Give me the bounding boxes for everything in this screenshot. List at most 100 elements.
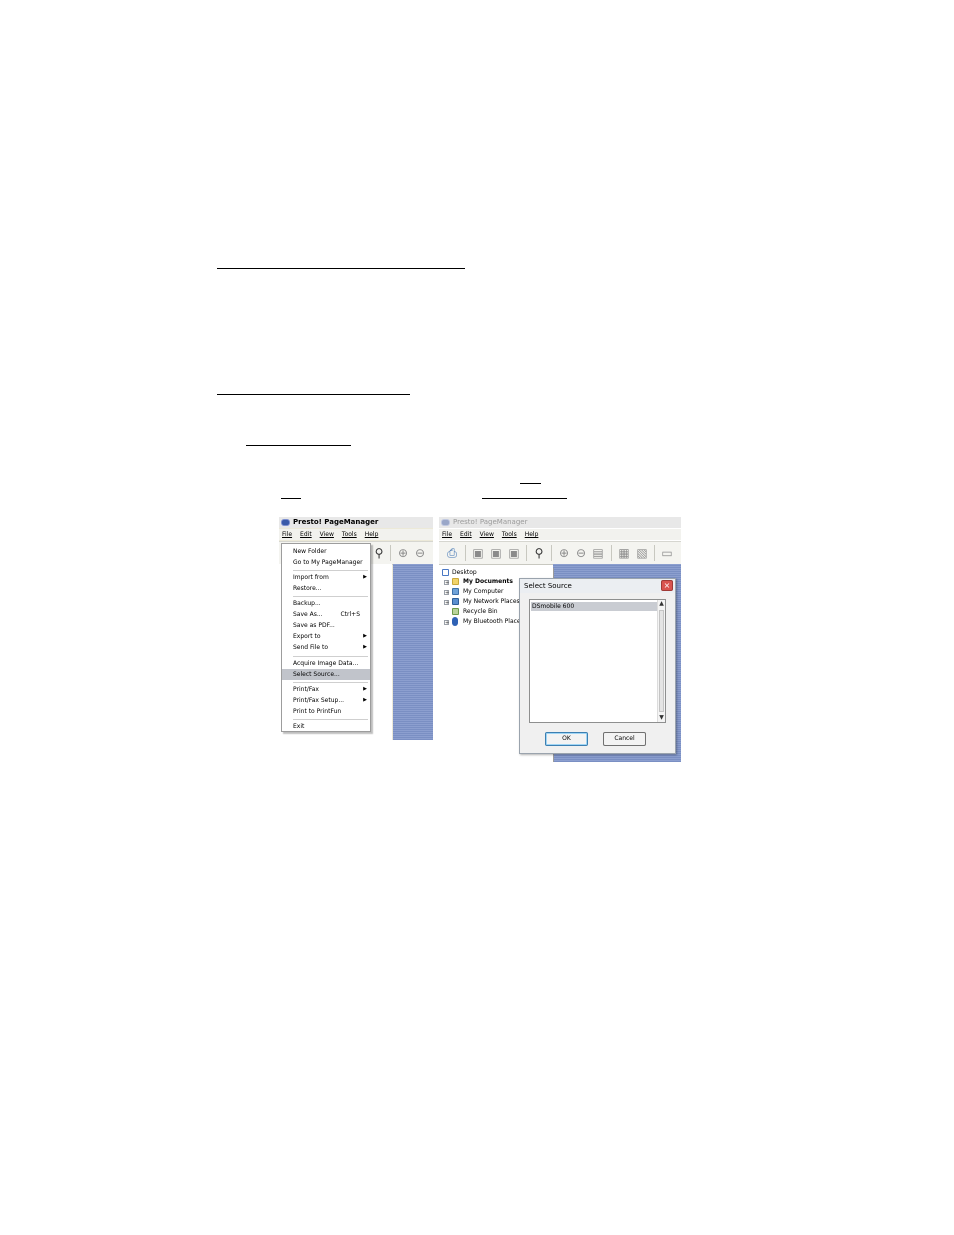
menu-item-save-as-pdf[interactable]: Save as PDF... <box>282 620 370 631</box>
list-scrollbar[interactable]: ▲ ▼ <box>657 600 665 722</box>
chevron-down-icon[interactable]: ▼ <box>658 714 665 722</box>
right-window-title: Presto! PageManager <box>453 518 528 526</box>
toolbar-separator <box>465 545 466 561</box>
chevron-up-icon[interactable]: ▲ <box>658 600 665 608</box>
tree-item-my-network-places[interactable]: My Network Places <box>463 597 520 606</box>
zoom-in-icon[interactable]: ⊕ <box>556 545 572 561</box>
underline-4 <box>520 483 541 484</box>
print-icon[interactable]: ▣ <box>506 545 522 561</box>
right-toolbar: ⎙ ▣ ▣ ▣ ⚲ ⊕ ⊖ ▤ ▦ ▧ ▭ <box>439 541 681 565</box>
toolbar-separator <box>611 545 612 561</box>
export-icon[interactable]: ▭ <box>659 545 675 561</box>
tree-item-my-bluetooth-places[interactable]: My Bluetooth Places <box>463 617 524 626</box>
menu-item-restore[interactable]: Restore... <box>282 583 370 594</box>
triangle-right-icon: ▶ <box>363 644 367 650</box>
menu-tools[interactable]: Tools <box>502 531 517 538</box>
expand-icon[interactable]: + <box>444 620 449 626</box>
ok-button[interactable]: OK <box>545 732 588 746</box>
tree-item-recycle-bin[interactable]: Recycle Bin <box>463 607 498 616</box>
scroll-thumb[interactable] <box>659 610 664 712</box>
menu-separator <box>293 682 368 683</box>
left-titlebar: Presto! PageManager <box>279 517 433 528</box>
fit-page-icon[interactable]: ▤ <box>590 545 606 561</box>
tree-item-my-documents[interactable]: My Documents <box>463 577 513 586</box>
menu-file[interactable]: File <box>442 531 452 538</box>
expand-icon[interactable]: + <box>444 600 449 606</box>
select-source-dialog: Select Source × DSmobile 600 ▲ ▼ OK Canc… <box>519 578 676 754</box>
app-icon <box>281 519 290 526</box>
toolbar-separator <box>390 545 391 561</box>
expand-icon[interactable]: + <box>444 580 449 586</box>
left-menubar: File Edit View Tools Help <box>279 529 433 540</box>
app-icon <box>441 519 450 526</box>
right-titlebar: Presto! PageManager <box>439 517 681 528</box>
menu-item-print-fax[interactable]: Print/Fax ▶ <box>282 684 370 695</box>
underline-6 <box>482 498 567 499</box>
scan-icon[interactable]: ⚲ <box>371 545 387 561</box>
bluetooth-icon <box>452 617 458 626</box>
layout-icon[interactable]: ▦ <box>616 545 632 561</box>
menu-separator <box>293 719 368 720</box>
toolbar-separator <box>654 545 655 561</box>
menu-separator <box>293 596 368 597</box>
menu-item-export-to[interactable]: Export to ▶ <box>282 631 370 642</box>
recycle-bin-icon <box>452 608 459 615</box>
source-list[interactable]: DSmobile 600 ▲ ▼ <box>529 599 666 723</box>
toolbar-separator <box>551 545 552 561</box>
right-menubar: File Edit View Tools Help <box>439 529 681 540</box>
tools-icon[interactable]: ▧ <box>634 545 650 561</box>
underline-2 <box>217 394 410 395</box>
menu-item-select-source[interactable]: Select Source... <box>282 669 370 680</box>
zoom-out-icon[interactable]: ⊖ <box>412 545 428 561</box>
save-icon[interactable]: ▣ <box>470 545 486 561</box>
menu-item-go-to-my-pagemanager[interactable]: Go to My PageManager <box>282 557 370 568</box>
underline-5 <box>281 498 301 499</box>
desktop-icon <box>442 569 449 576</box>
left-workspace <box>393 564 433 740</box>
underline-1 <box>217 268 465 269</box>
menu-item-new-folder[interactable]: New Folder <box>282 546 370 557</box>
menu-item-acquire-image-data[interactable]: Acquire Image Data... <box>282 658 370 669</box>
computer-icon <box>452 588 459 595</box>
shortcut-label: Ctrl+S <box>340 611 360 618</box>
network-icon <box>452 598 459 605</box>
menu-view[interactable]: View <box>320 531 334 538</box>
triangle-right-icon: ▶ <box>363 686 367 692</box>
zoom-in-icon[interactable]: ⊕ <box>395 545 411 561</box>
triangle-right-icon: ▶ <box>363 633 367 639</box>
scanner-icon[interactable]: ⎙ <box>444 545 460 561</box>
menu-item-exit[interactable]: Exit <box>282 721 370 732</box>
triangle-right-icon: ▶ <box>363 574 367 580</box>
menu-separator <box>293 656 368 657</box>
menu-help[interactable]: Help <box>525 531 539 538</box>
menu-tools[interactable]: Tools <box>342 531 357 538</box>
menu-file[interactable]: File <box>282 531 292 538</box>
menu-help[interactable]: Help <box>365 531 379 538</box>
folder-icon <box>452 578 459 585</box>
toolbar-separator <box>526 545 527 561</box>
dialog-title: Select Source <box>520 579 675 593</box>
menu-view[interactable]: View <box>480 531 494 538</box>
menu-item-print-fax-setup[interactable]: Print/Fax Setup... ▶ <box>282 695 370 706</box>
left-window-title: Presto! PageManager <box>293 518 379 526</box>
tree-item-my-computer[interactable]: My Computer <box>463 587 503 596</box>
menu-item-send-file-to[interactable]: Send File to ▶ <box>282 642 370 653</box>
underline-3 <box>246 445 351 446</box>
zoom-out-icon[interactable]: ⊖ <box>573 545 589 561</box>
menu-item-print-to-printfun[interactable]: Print to PrintFun <box>282 706 370 717</box>
file-menu: New Folder Go to My PageManager Import f… <box>281 543 371 732</box>
tree-item-desktop[interactable]: Desktop <box>452 568 477 577</box>
expand-icon[interactable]: + <box>444 590 449 596</box>
cancel-button[interactable]: Cancel <box>603 732 646 746</box>
menu-edit[interactable]: Edit <box>300 531 312 538</box>
menu-item-save-as[interactable]: Save As... Ctrl+S <box>282 609 370 620</box>
menu-separator <box>293 570 368 571</box>
menu-item-backup[interactable]: Backup... <box>282 598 370 609</box>
scan-icon[interactable]: ⚲ <box>531 545 547 561</box>
menu-item-import-from[interactable]: Import from ▶ <box>282 572 370 583</box>
copy-icon[interactable]: ▣ <box>488 545 504 561</box>
menu-edit[interactable]: Edit <box>460 531 472 538</box>
list-item[interactable]: DSmobile 600 <box>531 602 657 611</box>
close-icon[interactable]: × <box>661 580 673 591</box>
triangle-right-icon: ▶ <box>363 697 367 703</box>
